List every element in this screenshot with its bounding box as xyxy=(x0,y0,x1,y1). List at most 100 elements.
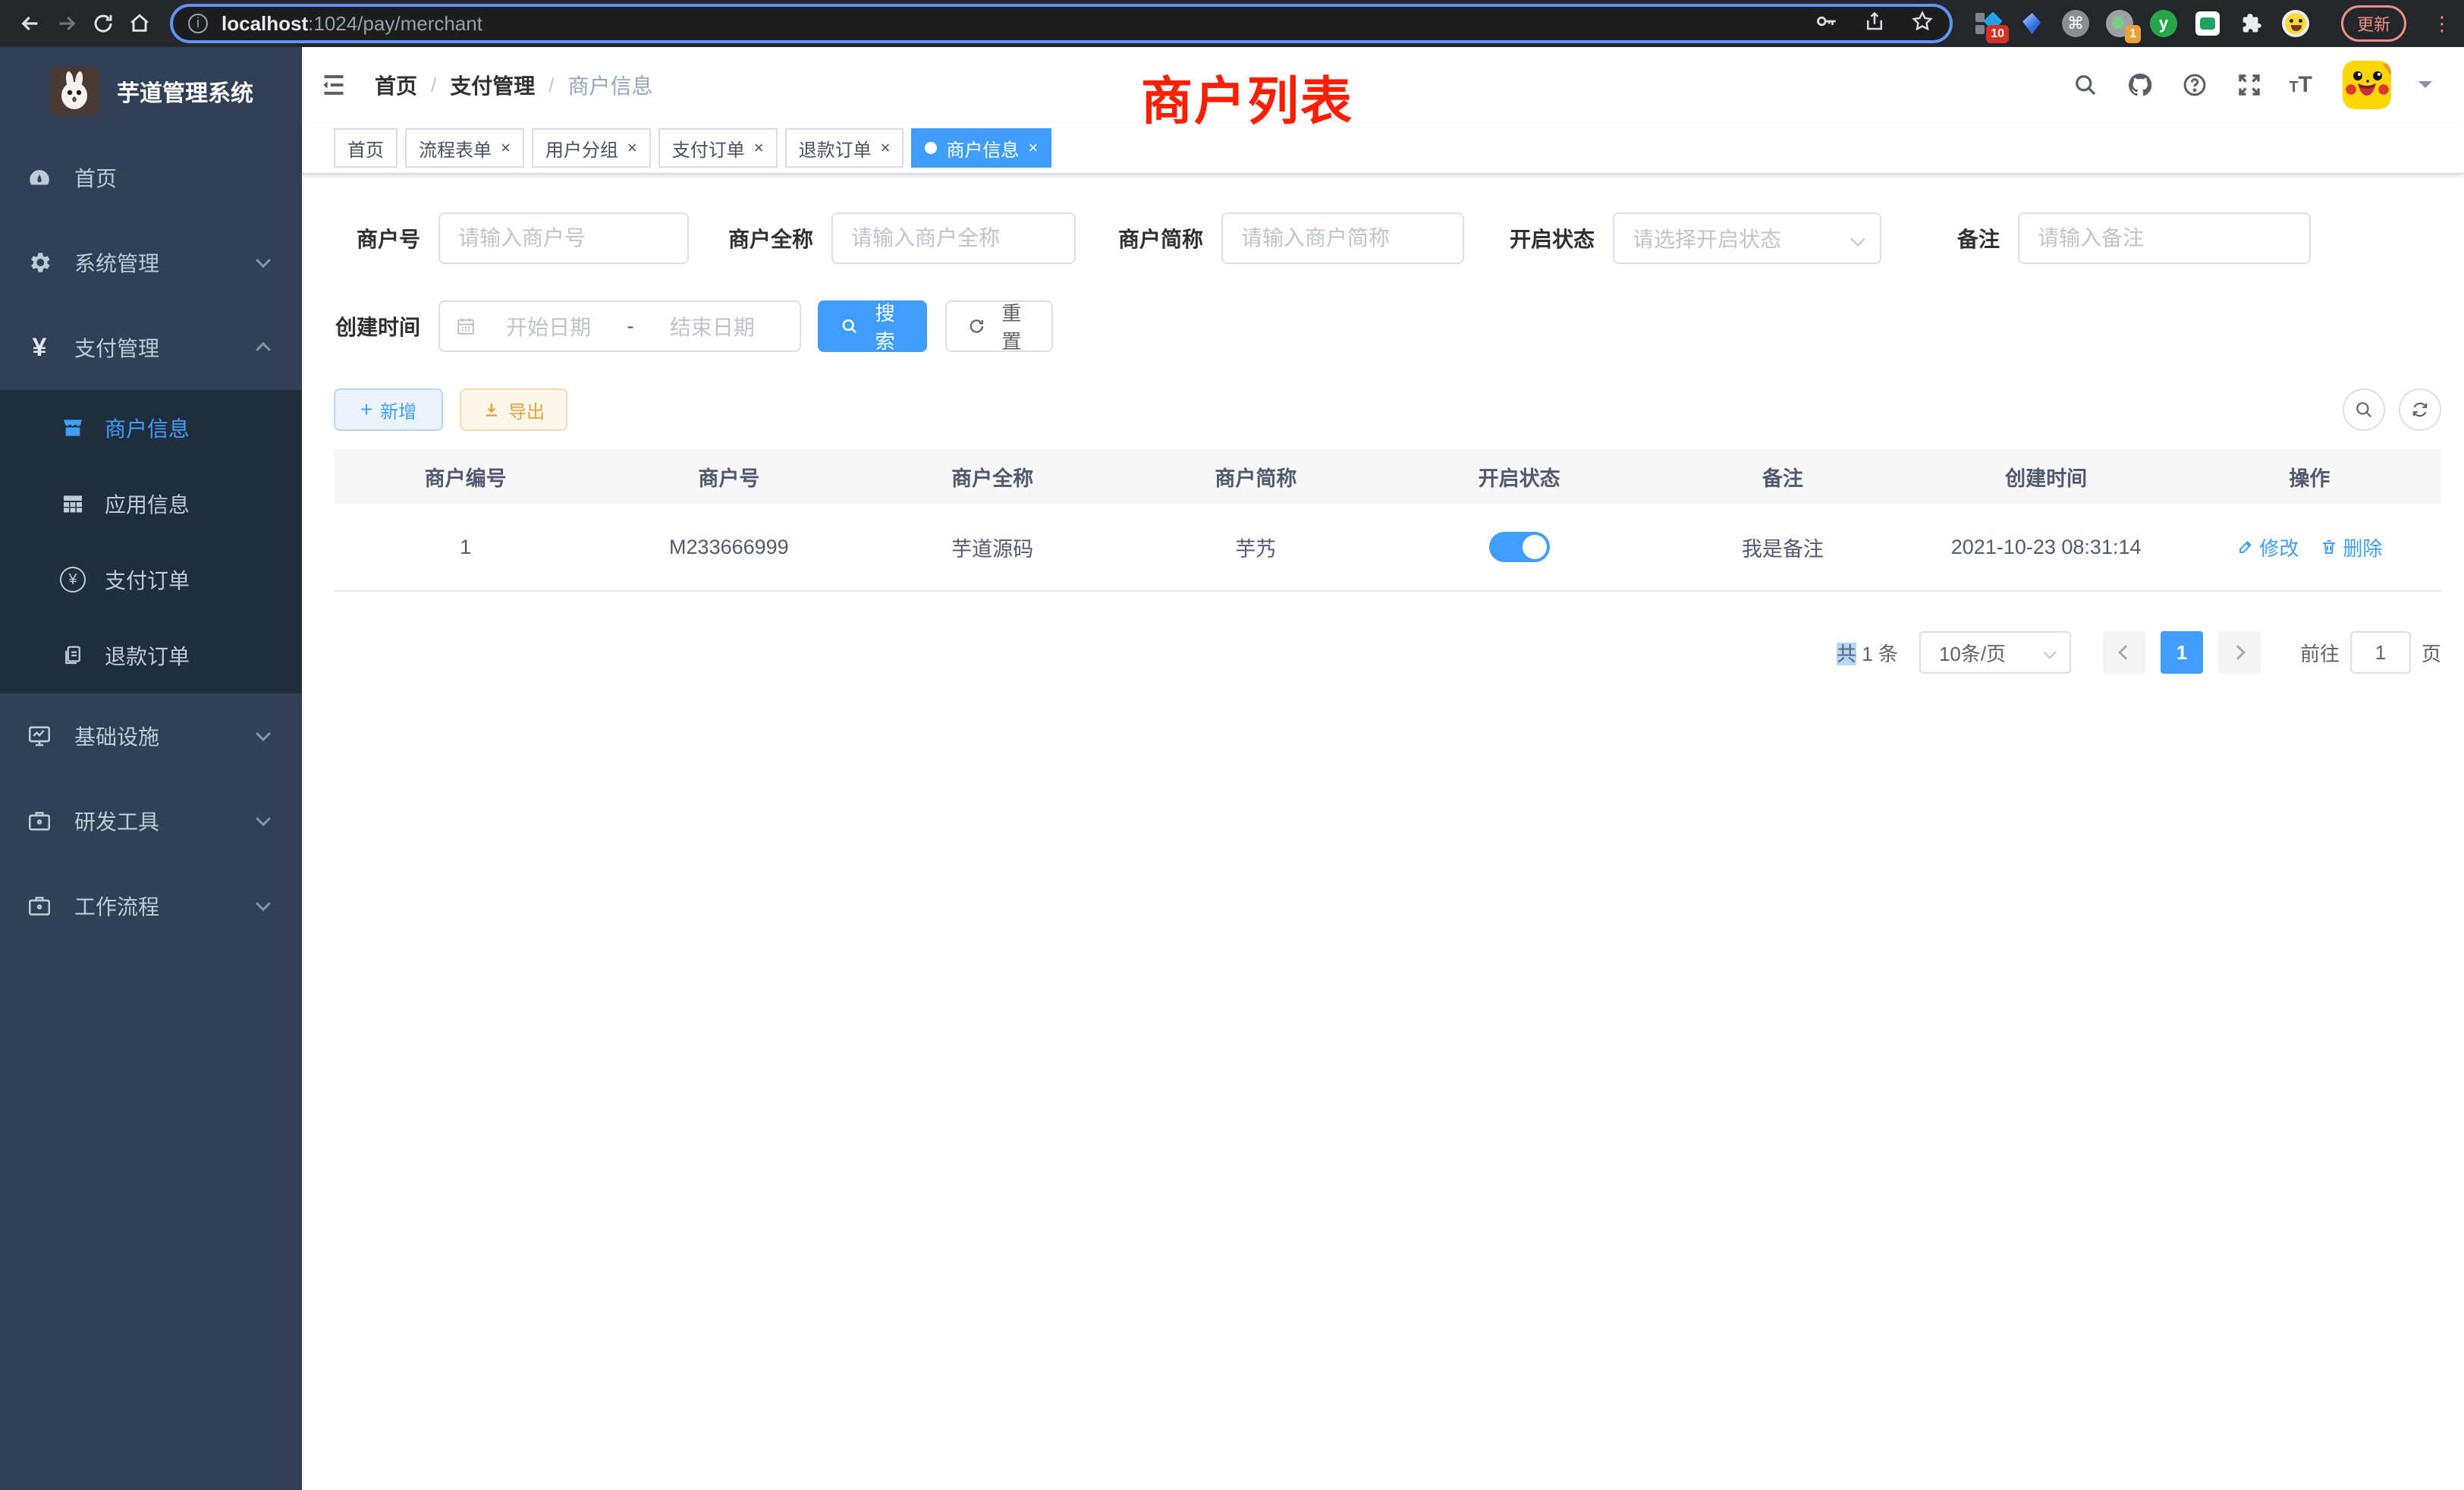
remark-input[interactable] xyxy=(2018,212,2311,264)
tab-home[interactable]: 首页 xyxy=(334,128,398,168)
extension-recorder-icon[interactable]: 1 xyxy=(2106,10,2133,37)
font-size-icon[interactable]: TT xyxy=(2289,72,2312,98)
address-bar[interactable]: i localhost:1024/pay/merchant xyxy=(170,4,1953,43)
sidebar-item-merchant-info[interactable]: 商户信息 xyxy=(0,390,302,466)
close-icon[interactable]: × xyxy=(627,140,637,156)
chevron-down-icon xyxy=(256,896,271,911)
close-icon[interactable]: × xyxy=(881,140,891,156)
reset-button[interactable]: 重置 xyxy=(945,300,1053,352)
tab-process-form[interactable]: 流程表单× xyxy=(405,128,524,168)
help-icon[interactable] xyxy=(2180,70,2210,100)
breadcrumb-separator: / xyxy=(548,74,554,97)
sidebar-logo-row[interactable]: 芋道管理系统 xyxy=(0,47,302,135)
close-icon[interactable]: × xyxy=(754,140,764,156)
short-name-input[interactable] xyxy=(1221,212,1464,264)
filter-row-2: 创建时间 开始日期 - 结束日期 搜索 xyxy=(334,300,2441,352)
user-avatar[interactable] xyxy=(2343,61,2391,109)
briefcase-icon xyxy=(23,808,56,834)
col-actions: 操作 xyxy=(2178,462,2441,492)
refresh-button[interactable] xyxy=(2399,388,2441,431)
browser-reload-icon[interactable] xyxy=(85,5,121,42)
date-range-picker[interactable]: 开始日期 - 结束日期 xyxy=(438,300,801,352)
avatar-caret-icon[interactable] xyxy=(2418,81,2432,95)
prev-page-button[interactable] xyxy=(2103,631,2145,674)
bookmark-star-icon[interactable] xyxy=(1910,9,1934,39)
edit-link[interactable]: 修改 xyxy=(2236,533,2299,561)
yen-circle-icon: ¥ xyxy=(59,567,86,593)
merchant-no-input[interactable] xyxy=(438,212,689,264)
col-merchant-id: 商户编号 xyxy=(334,462,597,492)
chrome-update-button[interactable]: 更新 xyxy=(2341,5,2406,42)
browser-back-icon[interactable] xyxy=(12,5,49,42)
sidebar-item-refund-order[interactable]: 退款订单 xyxy=(0,618,302,693)
add-button[interactable]: + 新增 xyxy=(334,388,443,431)
browser-extensions: 10 ⌘ 1 y 更新 ⋮ xyxy=(1974,5,2452,42)
extension-kite-icon[interactable] xyxy=(2018,10,2045,37)
extensions-puzzle-icon[interactable] xyxy=(2238,10,2265,37)
breadcrumb: 首页 / 支付管理 / 商户信息 xyxy=(375,70,653,100)
merchant-no-label: 商户号 xyxy=(334,223,420,253)
briefcase-icon xyxy=(23,893,56,919)
page-number-1[interactable]: 1 xyxy=(2161,631,2203,674)
search-button[interactable]: 搜索 xyxy=(818,300,927,352)
search-icon[interactable] xyxy=(2070,70,2101,100)
sidebar-item-infrastructure[interactable]: 基础设施 xyxy=(0,693,302,778)
sidebar-item-label: 退款订单 xyxy=(105,640,190,671)
extension-y-icon[interactable]: y xyxy=(2150,10,2177,37)
share-icon[interactable] xyxy=(1863,9,1886,39)
sidebar-collapse-icon[interactable] xyxy=(317,68,350,102)
sidebar-item-system[interactable]: 系统管理 xyxy=(0,220,302,305)
cell-merchant-no: M233666999 xyxy=(597,536,860,559)
breadcrumb-payment[interactable]: 支付管理 xyxy=(450,70,535,100)
tab-merchant-info[interactable]: 商户信息× xyxy=(911,128,1051,168)
sidebar-item-label: 商户信息 xyxy=(105,413,190,443)
filter-row-1: 商户号 商户全称 商户简称 开启状态 请选择开启状态 备注 xyxy=(334,212,2441,264)
show-search-toggle-button[interactable] xyxy=(2343,388,2385,431)
chevron-down-icon xyxy=(256,811,271,826)
chevron-up-icon xyxy=(256,342,271,357)
page-size-select[interactable]: 10条/页 xyxy=(1919,631,2071,674)
sidebar-item-label: 应用信息 xyxy=(105,489,190,519)
tab-refund-order[interactable]: 退款订单× xyxy=(785,128,904,168)
close-icon[interactable]: × xyxy=(501,140,511,156)
col-full-name: 商户全称 xyxy=(861,462,1124,492)
goto-page-input[interactable] xyxy=(2350,631,2411,674)
sidebar-item-dev-tools[interactable]: 研发工具 xyxy=(0,778,302,863)
browser-home-icon[interactable] xyxy=(121,5,158,42)
breadcrumb-separator: / xyxy=(431,74,436,97)
status-toggle[interactable] xyxy=(1489,532,1550,562)
full-name-label: 商户全称 xyxy=(725,223,813,253)
page-annotation: 商户列表 xyxy=(1141,59,1353,134)
extension-chat-icon[interactable] xyxy=(2194,10,2221,37)
gear-icon xyxy=(23,250,56,275)
export-button[interactable]: 导出 xyxy=(460,388,567,431)
page-info-icon[interactable]: i xyxy=(188,14,208,33)
browser-menu-icon[interactable]: ⋮ xyxy=(2432,12,2452,36)
close-icon[interactable]: × xyxy=(1028,140,1038,156)
sidebar-item-label: 工作流程 xyxy=(74,891,159,921)
browser-forward-icon[interactable] xyxy=(49,5,85,42)
profile-avatar-icon[interactable] xyxy=(2282,10,2309,37)
tab-pay-order[interactable]: 支付订单× xyxy=(658,128,778,168)
col-create-time: 创建时间 xyxy=(1915,462,2178,492)
sidebar: 芋道管理系统 首页 系统管理 ¥ 支付管理 xyxy=(0,47,302,1490)
status-select[interactable]: 请选择开启状态 xyxy=(1613,212,1881,264)
breadcrumb-home[interactable]: 首页 xyxy=(375,70,417,100)
next-page-button[interactable] xyxy=(2218,631,2261,674)
fullscreen-icon[interactable] xyxy=(2234,70,2264,100)
grid-icon xyxy=(59,492,86,516)
password-key-icon[interactable] xyxy=(1813,8,1839,39)
pagination-total: 共 1 条 xyxy=(1837,639,1898,667)
extension-command-icon[interactable]: ⌘ xyxy=(2062,10,2089,37)
sidebar-item-workflow[interactable]: 工作流程 xyxy=(0,863,302,948)
tab-user-group[interactable]: 用户分组× xyxy=(532,128,651,168)
delete-link[interactable]: 删除 xyxy=(2320,533,2382,561)
extension-blue-diamond-icon[interactable]: 10 xyxy=(1974,10,2001,37)
sidebar-item-app-info[interactable]: 应用信息 xyxy=(0,466,302,542)
github-icon[interactable] xyxy=(2125,70,2155,100)
sidebar-item-pay-order[interactable]: ¥ 支付订单 xyxy=(0,542,302,618)
sidebar-item-home[interactable]: 首页 xyxy=(0,135,302,220)
sidebar-item-payment[interactable]: ¥ 支付管理 xyxy=(0,305,302,390)
pagination: 共 1 条 10条/页 1 前往 页 xyxy=(334,631,2441,674)
full-name-input[interactable] xyxy=(831,212,1076,264)
